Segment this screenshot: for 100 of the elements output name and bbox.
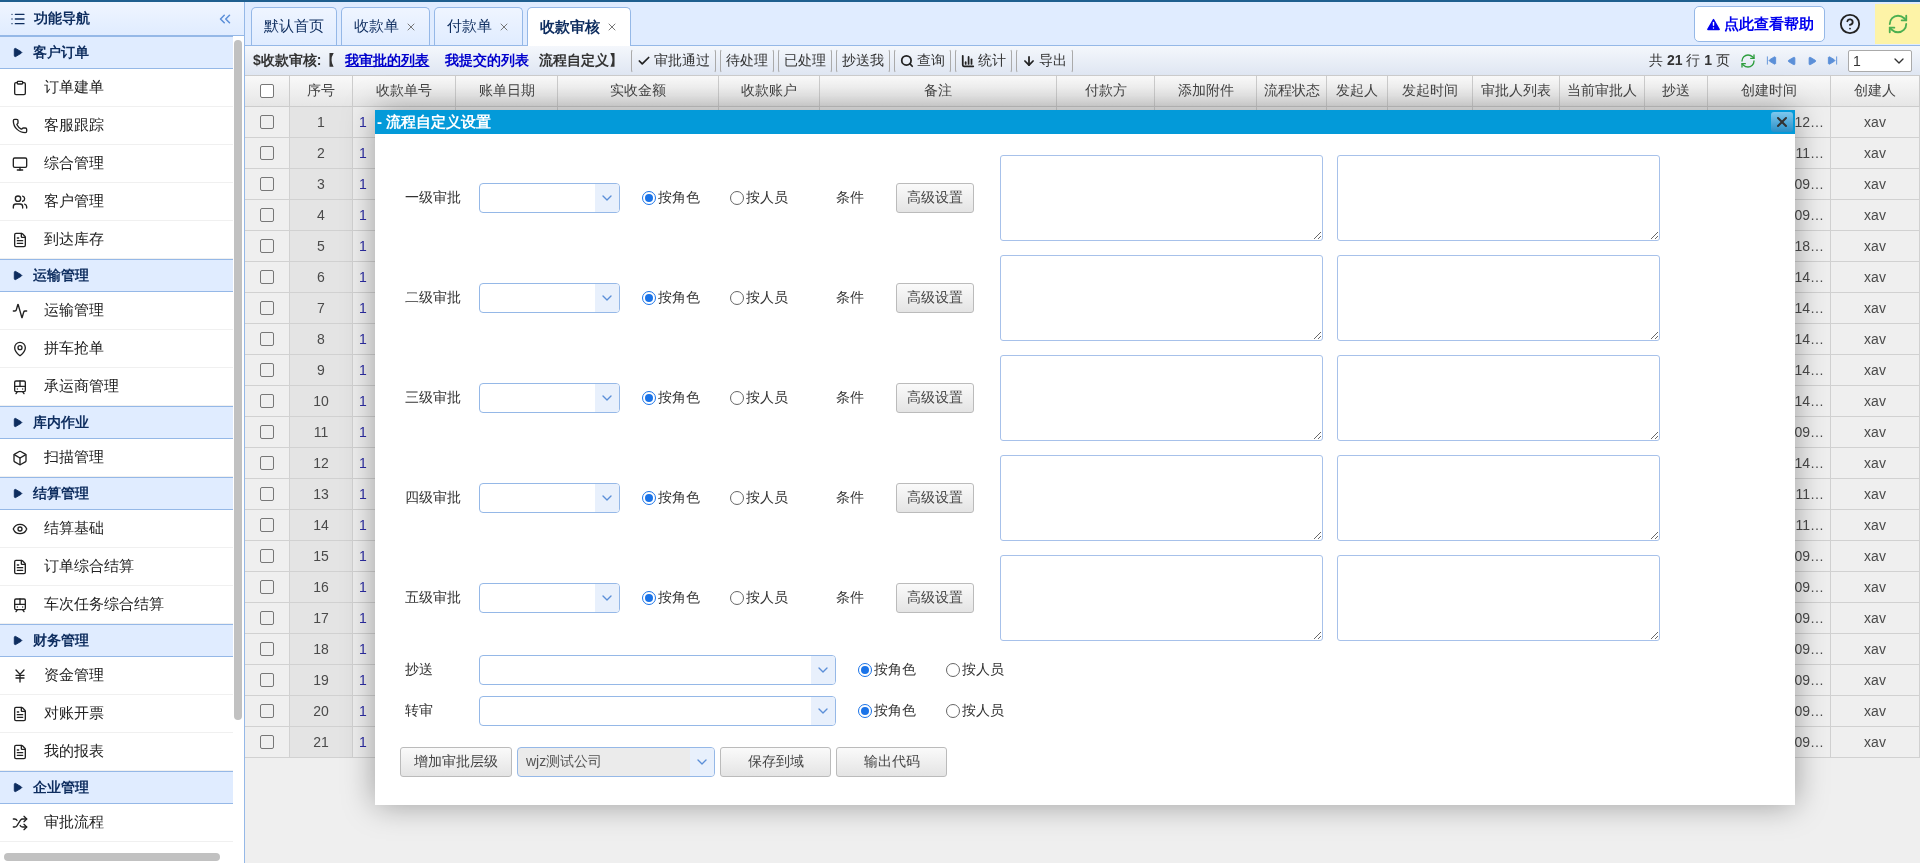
tab[interactable]: 付款单	[434, 7, 523, 45]
toolbar-button[interactable]: 待处理	[720, 48, 775, 73]
radio-button[interactable]	[858, 663, 872, 677]
checkbox[interactable]	[260, 518, 274, 532]
toolbar-button[interactable]: 已处理	[778, 48, 833, 73]
prev-page-icon[interactable]	[1787, 55, 1797, 66]
sidebar-item[interactable]: 结算基础	[0, 510, 233, 548]
list-link[interactable]: 我审批的列表	[345, 51, 430, 70]
user-select[interactable]	[479, 655, 836, 685]
checkbox[interactable]	[260, 549, 274, 563]
column-header[interactable]: 发起时间	[1388, 76, 1473, 107]
sidebar-item[interactable]: 客户管理	[0, 183, 233, 221]
column-header[interactable]: 实收金额	[558, 76, 719, 107]
checkbox[interactable]	[260, 146, 274, 160]
export-code-button[interactable]: 输出代码	[836, 747, 947, 777]
company-select[interactable]: wjz测试公司	[517, 747, 715, 777]
list-link[interactable]: 我提交的列表	[445, 51, 530, 70]
column-header[interactable]: 收款单号	[353, 76, 456, 107]
checkbox[interactable]	[260, 177, 274, 191]
sidebar-group[interactable]: 财务管理	[0, 624, 233, 657]
sidebar-item[interactable]: 拼车抢单	[0, 330, 233, 368]
advanced-settings-button[interactable]: 高级设置	[896, 383, 974, 413]
advanced-settings-button[interactable]: 高级设置	[896, 483, 974, 513]
save-button[interactable]: 保存到域	[720, 747, 831, 777]
checkbox[interactable]	[260, 115, 274, 129]
horizontal-scrollbar[interactable]	[4, 853, 220, 861]
checkbox[interactable]	[260, 611, 274, 625]
checkbox[interactable]	[260, 363, 274, 377]
first-page-icon[interactable]	[1766, 55, 1777, 66]
sidebar-group[interactable]: 库内作业	[0, 406, 233, 439]
help-button[interactable]: 点此查看帮助	[1694, 6, 1825, 42]
checkbox[interactable]	[260, 84, 274, 98]
radio-button[interactable]	[642, 391, 656, 405]
column-header[interactable]: 抄送	[1645, 76, 1708, 107]
refresh-button[interactable]	[1875, 4, 1920, 44]
column-header[interactable]: 流程状态	[1257, 76, 1327, 107]
checkbox[interactable]	[260, 487, 274, 501]
radio-button[interactable]	[642, 291, 656, 305]
advanced-settings-button[interactable]: 高级设置	[896, 183, 974, 213]
tab[interactable]: 收款单	[341, 7, 430, 45]
checkbox[interactable]	[260, 239, 274, 253]
tab[interactable]: 收款审核	[527, 7, 631, 46]
checkbox[interactable]	[260, 332, 274, 346]
sidebar-group[interactable]: 运输管理	[0, 259, 233, 292]
sidebar-item[interactable]: 订单综合结算	[0, 548, 233, 586]
toolbar-button[interactable]: 审批通过	[631, 48, 717, 73]
column-header[interactable]: 账单日期	[456, 76, 558, 107]
page-select[interactable]: 1	[1848, 49, 1912, 72]
tab[interactable]: 默认首页	[251, 7, 337, 45]
sidebar-item[interactable]: 订单建单	[0, 69, 233, 107]
sidebar-group[interactable]: 结算管理	[0, 477, 233, 510]
column-header[interactable]: 创建时间	[1708, 76, 1831, 107]
checkbox[interactable]	[260, 673, 274, 687]
column-header[interactable]: 添加附件	[1155, 76, 1257, 107]
radio-button[interactable]	[858, 704, 872, 718]
sidebar-item[interactable]: 运输管理	[0, 292, 233, 330]
column-header[interactable]: 收款账户	[719, 76, 820, 107]
approver-select[interactable]	[479, 483, 620, 513]
add-level-button[interactable]: 增加审批层级	[400, 747, 512, 777]
column-header[interactable]: 付款方	[1057, 76, 1155, 107]
toolbar-button[interactable]: 查询	[894, 48, 952, 73]
last-page-icon[interactable]	[1827, 55, 1838, 66]
next-page-icon[interactable]	[1807, 55, 1817, 66]
checkbox[interactable]	[260, 642, 274, 656]
sidebar-item[interactable]: 综合管理	[0, 145, 233, 183]
checkbox[interactable]	[260, 394, 274, 408]
checkbox[interactable]	[260, 425, 274, 439]
column-header[interactable]: 序号	[290, 76, 353, 107]
radio-button[interactable]	[642, 491, 656, 505]
radio-button[interactable]	[730, 391, 744, 405]
radio-button[interactable]	[642, 191, 656, 205]
toolbar-button[interactable]: 导出	[1016, 48, 1074, 73]
sidebar-group[interactable]: 客户订单	[0, 36, 233, 69]
radio-button[interactable]	[946, 704, 960, 718]
approver-select[interactable]	[479, 283, 620, 313]
column-header[interactable]: 发起人	[1327, 76, 1388, 107]
radio-button[interactable]	[946, 663, 960, 677]
column-header[interactable]: 审批人列表	[1473, 76, 1560, 107]
sidebar-item[interactable]: 对账开票	[0, 695, 233, 733]
close-button[interactable]	[1771, 112, 1793, 132]
checkbox[interactable]	[260, 580, 274, 594]
vertical-scrollbar[interactable]	[234, 40, 242, 720]
checkbox[interactable]	[260, 456, 274, 470]
user-select[interactable]	[479, 696, 836, 726]
radio-button[interactable]	[642, 591, 656, 605]
close-icon[interactable]	[606, 21, 618, 33]
refresh-icon[interactable]	[1740, 52, 1756, 69]
column-header[interactable]: 创建人	[1831, 76, 1920, 107]
radio-button[interactable]	[730, 491, 744, 505]
sidebar-item[interactable]: 审批流程	[0, 804, 233, 842]
radio-button[interactable]	[730, 591, 744, 605]
approver-select[interactable]	[479, 383, 620, 413]
checkbox[interactable]	[260, 301, 274, 315]
help-icon[interactable]	[1839, 13, 1861, 35]
checkbox[interactable]	[260, 704, 274, 718]
approver-select[interactable]	[479, 583, 620, 613]
sidebar-group[interactable]: 企业管理	[0, 771, 233, 804]
toolbar-button[interactable]: 统计	[955, 48, 1013, 73]
advanced-settings-button[interactable]: 高级设置	[896, 283, 974, 313]
approver-select[interactable]	[479, 183, 620, 213]
